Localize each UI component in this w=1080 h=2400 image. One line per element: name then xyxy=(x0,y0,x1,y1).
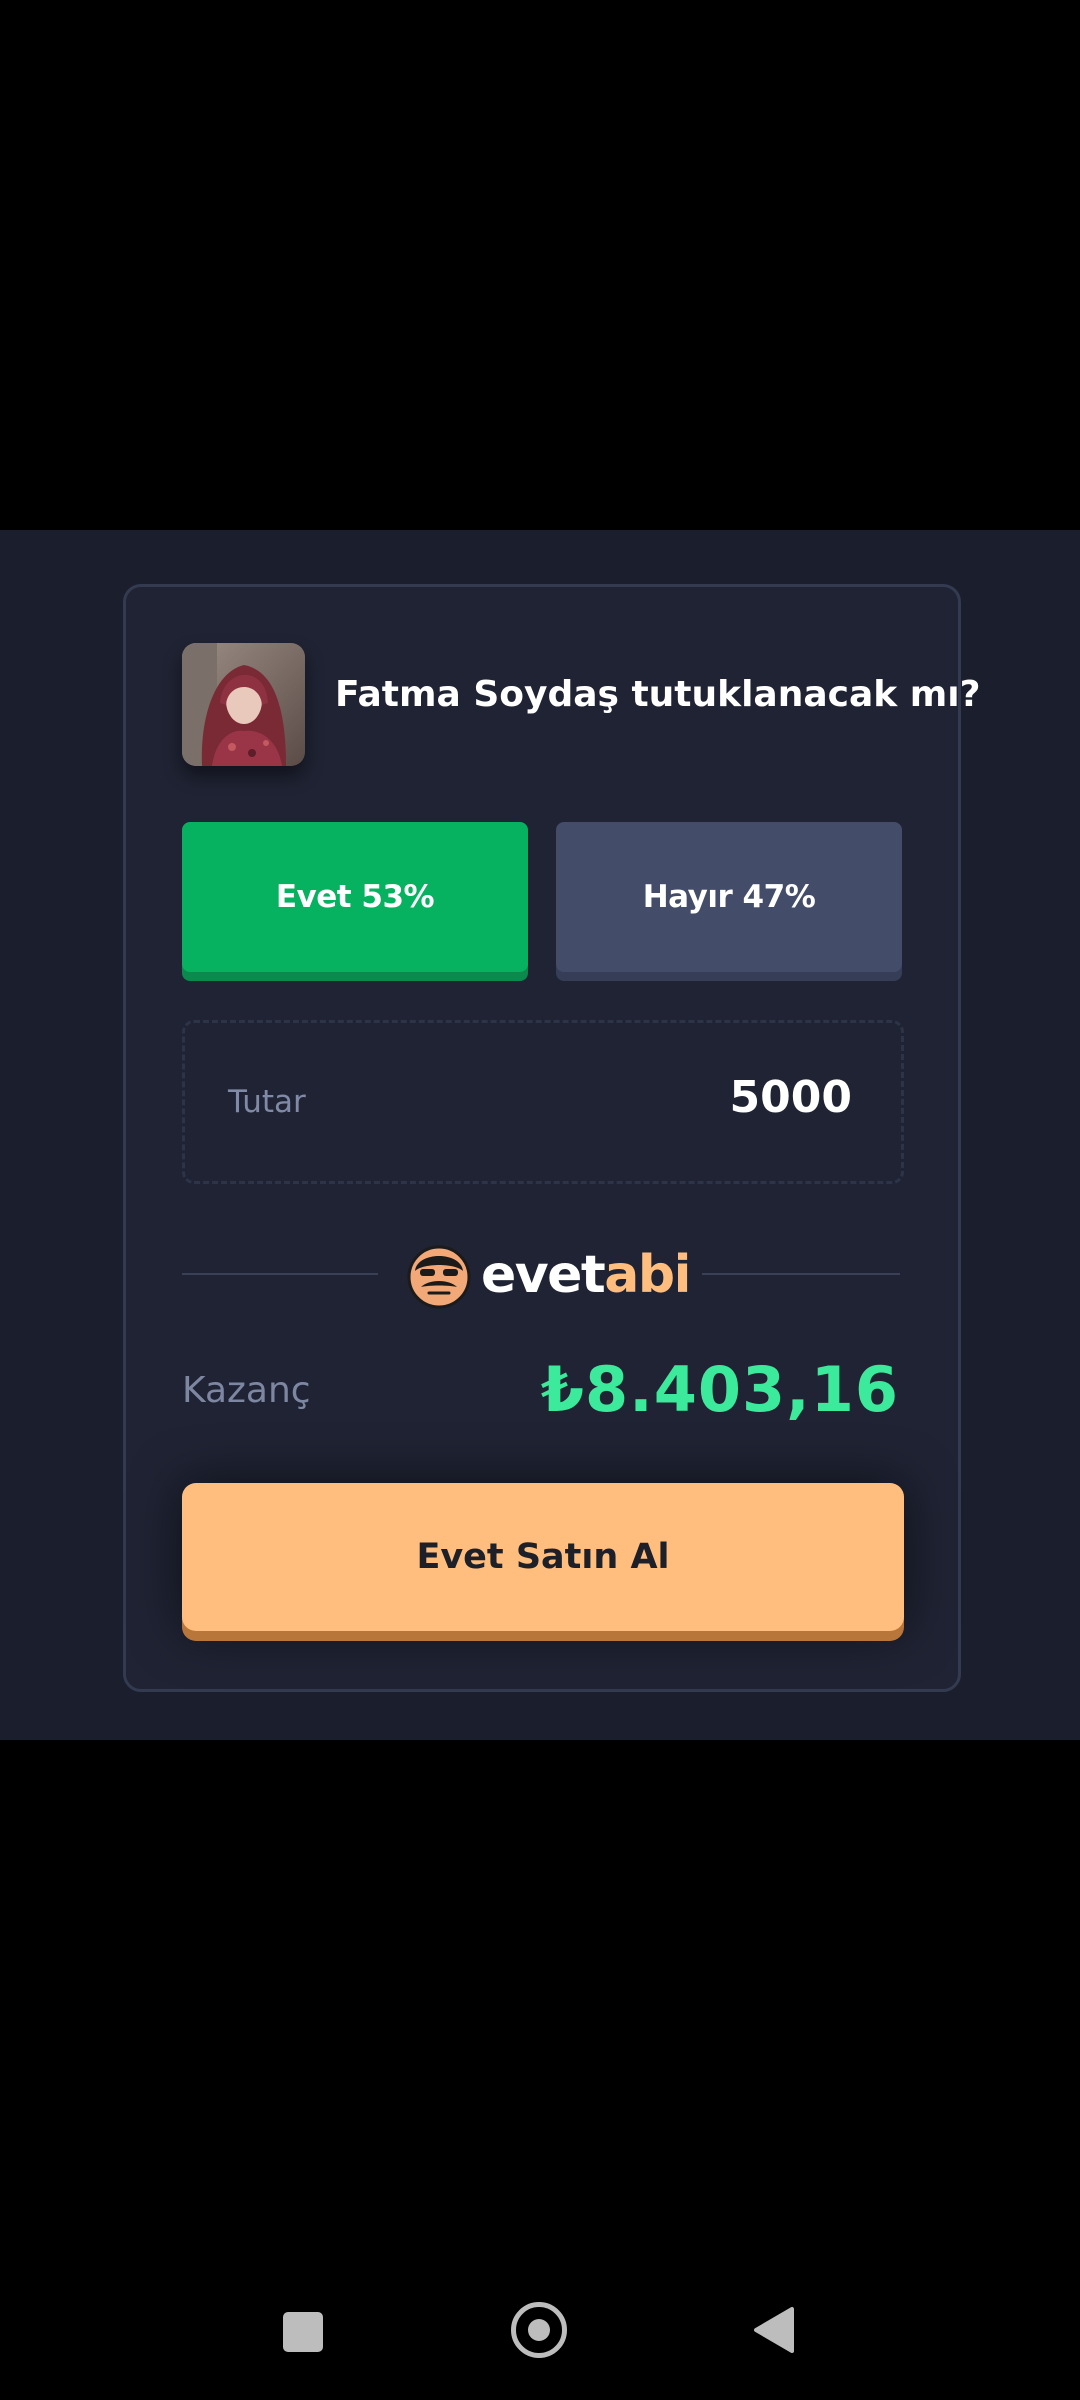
amount-input[interactable] xyxy=(600,1072,852,1123)
person-photo-icon xyxy=(182,643,305,766)
amount-label: Tutar xyxy=(228,1084,306,1120)
no-option-label: Hayır 47% xyxy=(642,879,816,915)
yes-option-button[interactable]: Evet 53% xyxy=(182,822,528,972)
question-avatar xyxy=(182,643,305,766)
recent-apps-icon[interactable] xyxy=(283,2312,323,2352)
no-option-button[interactable]: Hayır 47% xyxy=(556,822,902,972)
question-title: Fatma Soydaş tutuklanacak mı? xyxy=(335,674,981,715)
brand-logo: evetabi xyxy=(405,1240,691,1310)
home-icon-dot xyxy=(528,2319,550,2341)
brand-text-abi: abi xyxy=(604,1245,691,1305)
brand-text-evet: evet xyxy=(481,1245,606,1305)
yes-option-label: Evet 53% xyxy=(275,879,435,915)
earnings-label: Kazanç xyxy=(182,1370,311,1411)
divider-right xyxy=(702,1273,900,1275)
mustache-face-icon xyxy=(407,1245,471,1309)
buy-yes-button[interactable]: Evet Satın Al xyxy=(182,1483,904,1631)
home-icon[interactable] xyxy=(511,2302,567,2358)
brand-wordmark: evetabi xyxy=(481,1242,691,1308)
buy-yes-label: Evet Satın Al xyxy=(416,1537,670,1577)
divider-left xyxy=(182,1273,378,1275)
earnings-value: ₺8.403,16 xyxy=(540,1353,899,1426)
back-icon[interactable] xyxy=(752,2306,794,2354)
